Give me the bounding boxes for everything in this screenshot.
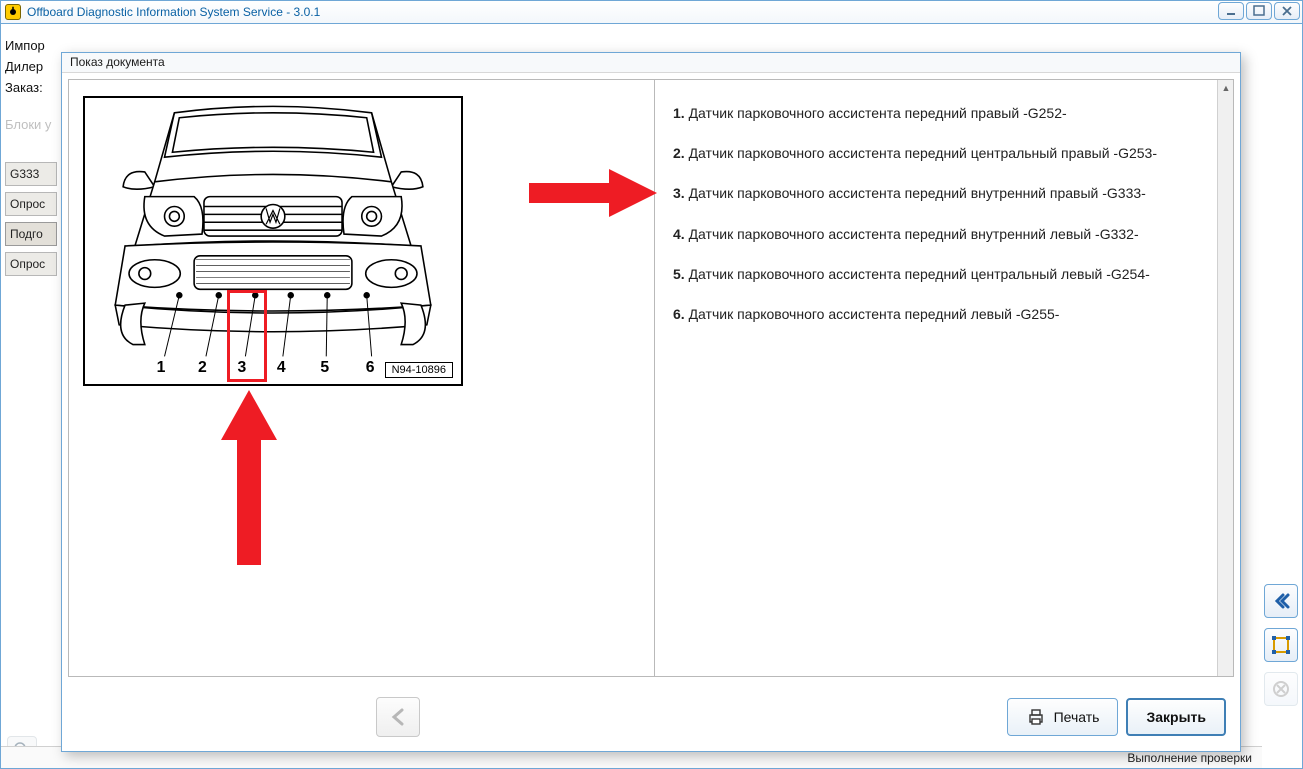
close-button[interactable]: Закрыть [1126,698,1226,736]
collapse-panel-button[interactable] [1264,584,1298,618]
sensor-list-pane: 1. Датчик парковочного ассистента передн… [655,80,1233,676]
window-title: Offboard Diagnostic Information System S… [27,5,320,19]
bg-tab[interactable]: Подго [5,222,57,246]
printer-icon [1026,707,1046,727]
highlight-box [227,290,267,382]
bg-muted: Блоки у [5,117,57,132]
fit-screen-button[interactable] [1264,628,1298,662]
close-window-button[interactable] [1274,2,1300,20]
list-item: 1. Датчик парковочного ассистента передн… [673,104,1217,122]
scroll-up-icon: ▲ [1220,82,1232,94]
minimize-button[interactable] [1218,2,1244,20]
annotation-arrow-right [529,165,659,224]
window-titlebar: Offboard Diagnostic Information System S… [0,0,1303,24]
fit-screen-icon [1271,635,1291,655]
print-label: Печать [1054,709,1100,725]
bg-line: Импор [5,38,57,53]
bg-tab[interactable]: Опрос [5,192,57,216]
diagram-pane: 1 2 3 4 5 6 N94-10896 [69,80,654,676]
scrollbar[interactable]: ▲ [1217,80,1233,676]
status-text: Выполнение проверки [1127,751,1252,765]
bg-line: Дилер [5,59,57,74]
cancel-icon [1272,680,1290,698]
chevrons-left-icon [1271,591,1291,611]
sensor-label-1: 1 [157,359,166,376]
sensor-label-2: 2 [198,359,207,376]
chevron-left-icon [388,707,408,727]
annotation-arrow-up [219,390,279,573]
vehicle-diagram: 1 2 3 4 5 6 N94-10896 [83,96,463,386]
list-item: 4. Датчик парковочного ассистента передн… [673,225,1217,243]
bg-line: Заказ: [5,80,57,95]
list-item: 3. Датчик парковочного ассистента передн… [673,184,1217,202]
prev-page-button[interactable] [376,697,420,737]
close-label: Закрыть [1146,709,1206,725]
sensor-label-4: 4 [277,359,286,376]
print-button[interactable]: Печать [1007,698,1119,736]
sensor-label-6: 6 [366,359,375,376]
background-sidebar: Импор Дилер Заказ: Блоки у G333 Опрос По… [1,24,61,768]
bg-tab[interactable]: G333 [5,162,57,186]
sensor-label-5: 5 [320,359,329,376]
list-item: 2. Датчик парковочного ассистента передн… [673,144,1217,162]
list-item: 6. Датчик парковочного ассистента передн… [673,305,1217,323]
document-modal: Показ документа [61,52,1241,752]
diagram-code: N94-10896 [385,362,453,378]
modal-title: Показ документа [62,53,1240,73]
cancel-rail-button [1264,672,1298,706]
bg-tab[interactable]: Опрос [5,252,57,276]
app-icon [5,4,21,20]
list-item: 5. Датчик парковочного ассистента передн… [673,265,1217,283]
maximize-button[interactable] [1246,2,1272,20]
